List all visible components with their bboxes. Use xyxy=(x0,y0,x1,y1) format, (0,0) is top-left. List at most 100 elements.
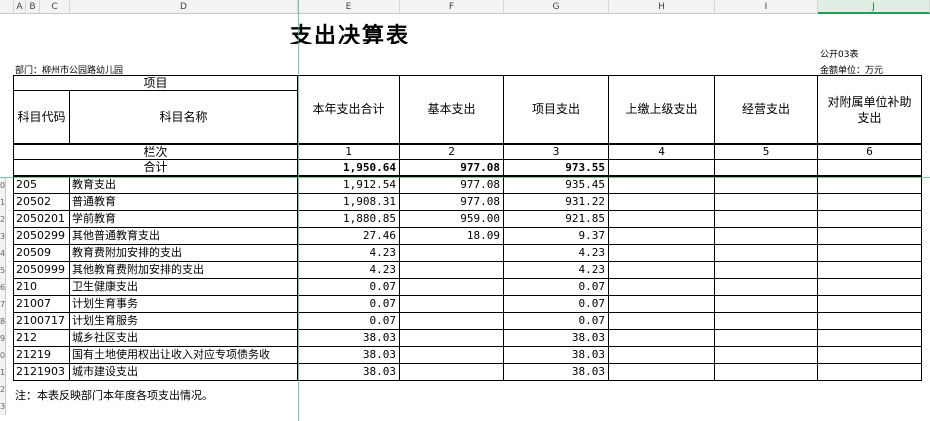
row-business[interactable] xyxy=(714,278,818,296)
row-name[interactable]: 其他普通教育支出 xyxy=(69,227,298,245)
row-header[interactable]: 3 xyxy=(0,228,6,245)
row-subsidy[interactable] xyxy=(817,329,922,347)
row-code[interactable]: 21007 xyxy=(13,295,70,313)
row-business[interactable] xyxy=(714,295,818,313)
row-business[interactable] xyxy=(714,312,818,330)
row-header[interactable]: 2 xyxy=(0,381,6,398)
row-code[interactable]: 21219 xyxy=(13,346,70,364)
row-total[interactable]: 4.23 xyxy=(297,244,400,262)
row-subsidy[interactable] xyxy=(817,278,922,296)
row-basic[interactable]: 977.08 xyxy=(399,193,504,211)
row-business[interactable] xyxy=(714,244,818,262)
row-upper[interactable] xyxy=(608,227,715,245)
row-subsidy[interactable] xyxy=(817,261,922,279)
row-header[interactable]: 3 xyxy=(0,398,6,415)
row-upper[interactable] xyxy=(608,261,715,279)
row-business[interactable] xyxy=(714,363,818,381)
row-name[interactable]: 其他教育费附加安排的支出 xyxy=(69,261,298,279)
row-upper[interactable] xyxy=(608,210,715,228)
row-business[interactable] xyxy=(714,176,818,194)
row-upper[interactable] xyxy=(608,278,715,296)
row-business[interactable] xyxy=(714,346,818,364)
row-name[interactable]: 城乡社区支出 xyxy=(69,329,298,347)
row-total[interactable]: 38.03 xyxy=(297,346,400,364)
row-code[interactable]: 2100717 xyxy=(13,312,70,330)
row-upper[interactable] xyxy=(608,329,715,347)
row-project[interactable]: 38.03 xyxy=(503,346,609,364)
row-business[interactable] xyxy=(714,261,818,279)
row-header[interactable]: 7 xyxy=(0,296,6,313)
row-code[interactable]: 2121903 xyxy=(13,363,70,381)
row-code[interactable]: 210 xyxy=(13,278,70,296)
row-subsidy[interactable] xyxy=(817,193,922,211)
row-subsidy[interactable] xyxy=(817,176,922,194)
row-name[interactable]: 普通教育 xyxy=(69,193,298,211)
row-basic[interactable]: 18.09 xyxy=(399,227,504,245)
row-code[interactable]: 212 xyxy=(13,329,70,347)
row-header[interactable]: 4 xyxy=(0,245,6,262)
row-project[interactable]: 9.37 xyxy=(503,227,609,245)
row-basic[interactable] xyxy=(399,346,504,364)
row-project[interactable]: 931.22 xyxy=(503,193,609,211)
row-name[interactable]: 计划生育服务 xyxy=(69,312,298,330)
row-project[interactable]: 38.03 xyxy=(503,329,609,347)
column-header-c[interactable]: C xyxy=(40,0,70,14)
row-upper[interactable] xyxy=(608,244,715,262)
row-total[interactable]: 27.46 xyxy=(297,227,400,245)
column-header-a[interactable]: A xyxy=(14,0,26,14)
row-total[interactable]: 0.07 xyxy=(297,278,400,296)
row-basic[interactable] xyxy=(399,244,504,262)
row-header[interactable]: 5 xyxy=(0,262,6,279)
row-code[interactable]: 2050299 xyxy=(13,227,70,245)
row-name[interactable]: 学前教育 xyxy=(69,210,298,228)
row-header[interactable]: 2 xyxy=(0,211,6,228)
row-basic[interactable] xyxy=(399,295,504,313)
row-basic[interactable] xyxy=(399,278,504,296)
row-subsidy[interactable] xyxy=(817,244,922,262)
row-total[interactable]: 4.23 xyxy=(297,261,400,279)
row-header[interactable]: 8 xyxy=(0,313,6,330)
row-total[interactable]: 38.03 xyxy=(297,329,400,347)
row-code[interactable]: 2050999 xyxy=(13,261,70,279)
column-header-h[interactable]: H xyxy=(609,0,715,14)
row-subsidy[interactable] xyxy=(817,312,922,330)
spreadsheet[interactable]: ABCDEFGHIJ 01234567890123 支出决算表 公开03表 部门… xyxy=(0,0,930,421)
row-code[interactable]: 20502 xyxy=(13,193,70,211)
row-project[interactable]: 38.03 xyxy=(503,363,609,381)
row-name[interactable]: 卫生健康支出 xyxy=(69,278,298,296)
row-basic[interactable]: 977.08 xyxy=(399,176,504,194)
column-header-j[interactable]: J xyxy=(818,0,930,14)
row-project[interactable]: 921.85 xyxy=(503,210,609,228)
column-header-d[interactable]: D xyxy=(70,0,298,14)
column-header-i[interactable]: I xyxy=(715,0,818,14)
column-header-f[interactable]: F xyxy=(400,0,504,14)
row-basic[interactable] xyxy=(399,363,504,381)
row-upper[interactable] xyxy=(608,312,715,330)
row-subsidy[interactable] xyxy=(817,295,922,313)
row-basic[interactable] xyxy=(399,329,504,347)
row-name[interactable]: 教育支出 xyxy=(69,176,298,194)
row-business[interactable] xyxy=(714,227,818,245)
row-project[interactable]: 0.07 xyxy=(503,312,609,330)
row-upper[interactable] xyxy=(608,346,715,364)
row-project[interactable]: 4.23 xyxy=(503,244,609,262)
row-basic[interactable] xyxy=(399,261,504,279)
row-header[interactable]: 6 xyxy=(0,279,6,296)
row-code[interactable]: 205 xyxy=(13,176,70,194)
row-code[interactable]: 2050201 xyxy=(13,210,70,228)
row-upper[interactable] xyxy=(608,295,715,313)
row-total[interactable]: 38.03 xyxy=(297,363,400,381)
row-total[interactable]: 1,880.85 xyxy=(297,210,400,228)
row-name[interactable]: 教育费附加安排的支出 xyxy=(69,244,298,262)
row-business[interactable] xyxy=(714,210,818,228)
row-total[interactable]: 1,908.31 xyxy=(297,193,400,211)
column-header-e[interactable]: E xyxy=(298,0,400,14)
row-header[interactable]: 1 xyxy=(0,194,6,211)
row-upper[interactable] xyxy=(608,193,715,211)
row-total[interactable]: 0.07 xyxy=(297,312,400,330)
row-project[interactable]: 0.07 xyxy=(503,295,609,313)
row-basic[interactable]: 959.00 xyxy=(399,210,504,228)
row-code[interactable]: 20509 xyxy=(13,244,70,262)
row-subsidy[interactable] xyxy=(817,227,922,245)
row-name[interactable]: 计划生育事务 xyxy=(69,295,298,313)
